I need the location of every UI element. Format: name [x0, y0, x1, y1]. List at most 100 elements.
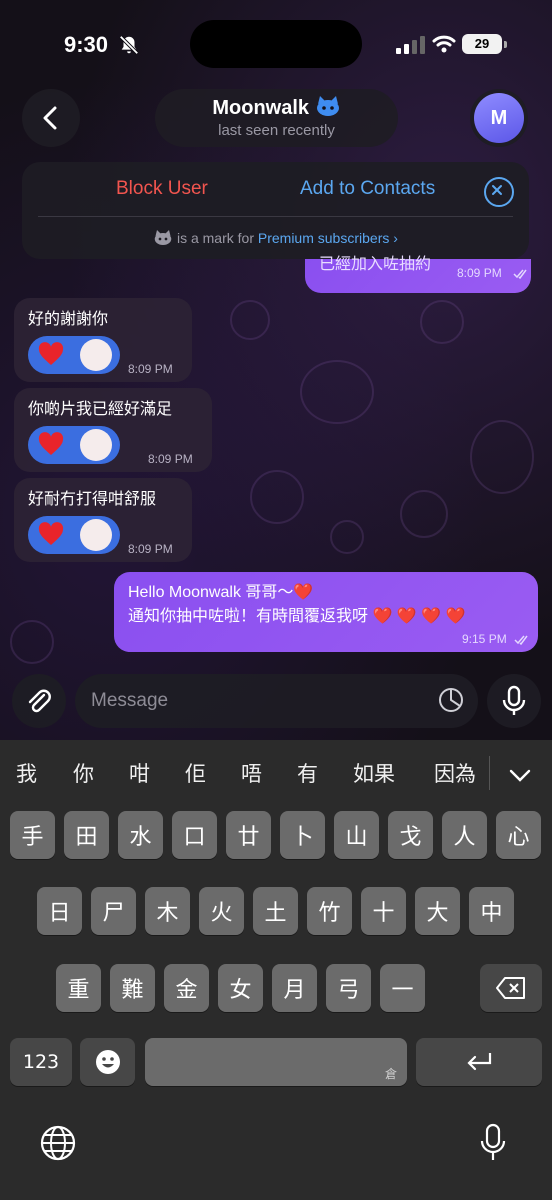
key[interactable]: 十: [361, 887, 406, 935]
message-text: 已經加入咗抽約: [319, 256, 432, 273]
dictation-mic-icon[interactable]: [479, 1123, 507, 1163]
sticker-icon[interactable]: [438, 687, 464, 713]
contact-name-row: Moonwalk: [155, 96, 398, 120]
emoji-key[interactable]: [80, 1038, 135, 1086]
block-user-button[interactable]: Block User: [116, 178, 208, 200]
heart-icon: [38, 522, 64, 545]
message-bubble-incoming[interactable]: 好的謝謝你 8:09 PM: [14, 298, 192, 382]
avatar-letter: M: [474, 93, 524, 143]
close-panel-button[interactable]: [484, 177, 514, 207]
key[interactable]: 一: [380, 964, 425, 1012]
message-text-line-1: Hello Moonwalk 哥哥～❤️: [128, 584, 314, 601]
message-text: 你啲片我已經好滿足: [28, 401, 173, 418]
key[interactable]: 中: [469, 887, 514, 935]
message-time: 8:09 PM: [128, 542, 173, 556]
candidate-word[interactable]: 如果: [353, 758, 395, 788]
key[interactable]: 難: [110, 964, 155, 1012]
candidate-word[interactable]: 有: [297, 758, 318, 788]
reaction-chip[interactable]: [28, 426, 120, 464]
key[interactable]: 日: [37, 887, 82, 935]
close-icon: [492, 185, 502, 195]
backspace-icon: [496, 977, 525, 999]
key[interactable]: 火: [199, 887, 244, 935]
attach-button[interactable]: [12, 674, 66, 728]
message-time: 8:09 PM: [128, 362, 173, 376]
key[interactable]: 心: [496, 811, 541, 859]
key[interactable]: 金: [164, 964, 209, 1012]
delete-key[interactable]: [480, 964, 542, 1012]
premium-subscribers-link[interactable]: Premium subscribers ›: [258, 230, 398, 246]
voice-record-button[interactable]: [487, 674, 541, 728]
emoji-icon: [95, 1050, 120, 1074]
key[interactable]: 山: [334, 811, 379, 859]
premium-note-text: is a mark for: [176, 230, 254, 246]
message-text: 好耐冇打得咁舒服: [28, 491, 157, 508]
key[interactable]: 月: [272, 964, 317, 1012]
key[interactable]: 重: [56, 964, 101, 1012]
last-seen-status: last seen recently: [218, 122, 335, 139]
key[interactable]: 口: [172, 811, 217, 859]
double-check-icon: [514, 635, 528, 645]
numbers-key[interactable]: 123: [10, 1038, 72, 1086]
back-button[interactable]: [22, 89, 80, 147]
bell-slash-icon: [119, 35, 139, 55]
key[interactable]: 人: [442, 811, 487, 859]
space-key[interactable]: 倉: [145, 1038, 407, 1086]
candidate-word[interactable]: 你: [73, 758, 94, 788]
message-bubble-outgoing[interactable]: Hello Moonwalk 哥哥～❤️ 通知你抽中咗啦！有時間覆返我呀 ❤️ …: [114, 572, 538, 652]
candidate-word[interactable]: 我: [16, 758, 37, 788]
double-check-icon: [513, 269, 527, 279]
premium-note: is a mark for Premium subscribers ›: [22, 230, 529, 246]
key[interactable]: 弓: [326, 964, 371, 1012]
key[interactable]: 水: [118, 811, 163, 859]
heart-icon: [38, 342, 64, 365]
premium-badge-icon: [316, 96, 339, 116]
key[interactable]: 女: [218, 964, 263, 1012]
key[interactable]: 手: [10, 811, 55, 859]
contact-name: Moonwalk: [212, 97, 310, 119]
chevron-down-icon[interactable]: [508, 768, 532, 784]
candidate-word[interactable]: 因為: [434, 758, 476, 788]
microphone-icon: [502, 685, 526, 715]
message-bubble-incoming[interactable]: 你啲片我已經好滿足 8:09 PM: [14, 388, 212, 472]
message-time: 8:09 PM: [457, 266, 502, 280]
premium-link-label: Premium subscribers: [257, 230, 390, 246]
panel-divider: [38, 216, 513, 217]
key[interactable]: 竹: [307, 887, 352, 935]
add-to-contacts-button[interactable]: Add to Contacts: [300, 178, 435, 200]
message-bubble-outgoing[interactable]: 已經加入咗抽約 8:09 PM: [305, 256, 531, 293]
reactor-avatar: [80, 519, 112, 551]
key[interactable]: 土: [253, 887, 298, 935]
dynamic-island: [190, 20, 362, 68]
premium-badge-icon: [154, 230, 172, 245]
globe-icon[interactable]: [39, 1124, 77, 1162]
candidate-word[interactable]: 咁: [129, 758, 150, 788]
reactor-avatar: [80, 429, 112, 461]
message-input[interactable]: [75, 674, 478, 728]
reaction-chip[interactable]: [28, 336, 120, 374]
battery-indicator: 29: [462, 34, 502, 54]
message-bubble-incoming[interactable]: 好耐冇打得咁舒服 8:09 PM: [14, 478, 192, 562]
key[interactable]: 尸: [91, 887, 136, 935]
status-time: 9:30: [64, 32, 109, 57]
key[interactable]: 廿: [226, 811, 271, 859]
return-key[interactable]: [416, 1038, 542, 1086]
heart-icon: [38, 432, 64, 455]
key[interactable]: 木: [145, 887, 190, 935]
contact-avatar[interactable]: M: [470, 89, 528, 147]
candidate-word[interactable]: 唔: [241, 758, 262, 788]
message-text: 好的謝謝你: [28, 311, 109, 328]
candidate-word[interactable]: 佢: [185, 758, 206, 788]
key[interactable]: 卜: [280, 811, 325, 859]
message-time: 9:15 PM: [462, 632, 507, 646]
key[interactable]: 戈: [388, 811, 433, 859]
cellular-signal-icon: [396, 36, 425, 54]
reactor-avatar: [80, 339, 112, 371]
paperclip-icon: [28, 689, 51, 713]
chat-title[interactable]: Moonwalk last seen recently: [155, 89, 398, 147]
key[interactable]: 田: [64, 811, 109, 859]
reaction-chip[interactable]: [28, 516, 120, 554]
chevron-left-icon: [43, 106, 57, 130]
key[interactable]: 大: [415, 887, 460, 935]
message-time: 8:09 PM: [148, 452, 193, 466]
